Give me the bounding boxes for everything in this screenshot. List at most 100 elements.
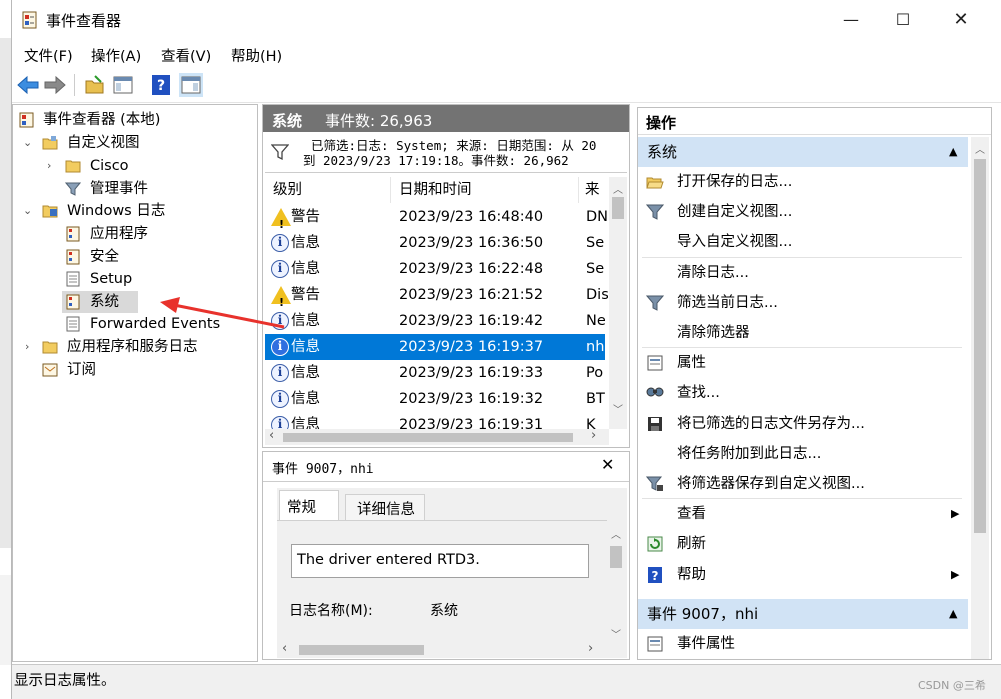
tab-general[interactable]: 常规 xyxy=(279,490,339,520)
tree-item-root[interactable]: 事件查看器 (本地) xyxy=(17,109,247,131)
forward-arrow-icon[interactable] xyxy=(43,73,67,97)
column-datetime[interactable]: 日期和时间 xyxy=(391,177,579,203)
properties-icon xyxy=(647,636,663,652)
properties-icon xyxy=(647,355,663,371)
tree-item-windows-logs[interactable]: ⌄ Windows 日志 xyxy=(17,200,247,222)
filter-icon xyxy=(646,204,664,220)
table-row[interactable]: i 信息 2023/9/23 16:19:32 BT xyxy=(265,386,605,412)
action-label: 清除日志... xyxy=(677,264,749,281)
collapse-icon[interactable]: ▲ xyxy=(949,599,957,629)
level-cell: 信息 xyxy=(291,235,320,251)
event-list-vertical-scrollbar[interactable]: ︿ ﹀ xyxy=(609,177,627,429)
minimize-button[interactable]: — xyxy=(828,4,874,36)
action-item[interactable]: 事件属性 xyxy=(638,629,968,659)
action-item[interactable]: 将任务附加到此日志... xyxy=(638,439,968,469)
action-item[interactable]: 将已筛选的日志文件另存为... xyxy=(638,409,968,439)
table-row[interactable]: i 信息 2023/9/23 16:22:48 Se xyxy=(265,256,605,282)
menu-help[interactable]: 帮助(H) xyxy=(231,45,282,66)
show-hide-action-pane-icon[interactable] xyxy=(179,73,203,97)
table-row[interactable]: i 信息 2023/9/23 16:19:31 K xyxy=(265,412,605,430)
action-item[interactable]: 属性 xyxy=(638,348,968,378)
scroll-thumb[interactable] xyxy=(610,546,622,568)
detail-horizontal-scrollbar[interactable]: ‹ › xyxy=(277,641,607,658)
action-label: 筛选当前日志... xyxy=(677,294,778,311)
table-row[interactable]: ! 警告 2023/9/23 16:21:52 Dis xyxy=(265,282,608,309)
tree-item-subscriptions[interactable]: 订阅 xyxy=(17,359,247,381)
close-detail-icon[interactable]: ✕ xyxy=(601,455,614,474)
tab-details[interactable]: 详细信息 xyxy=(345,494,425,520)
scroll-left-arrow[interactable]: ‹ xyxy=(269,428,274,443)
action-item[interactable]: 刷新 xyxy=(638,529,968,559)
chevron-down-icon[interactable]: ⌄ xyxy=(23,200,32,222)
event-detail-title: 事件 9007，nhi xyxy=(272,462,374,477)
column-source[interactable]: 来源 xyxy=(579,177,609,203)
actions-section-event[interactable]: 事件 9007，nhi ▲ xyxy=(638,599,968,629)
source-cell: Se xyxy=(586,235,605,251)
folder-open-icon xyxy=(646,177,664,189)
menu-view[interactable]: 查看(V) xyxy=(161,45,211,66)
table-row[interactable]: ! 警告 2023/9/23 16:48:40 DN xyxy=(265,204,608,231)
chevron-down-icon[interactable]: ⌄ xyxy=(23,132,32,154)
chevron-right-icon[interactable]: › xyxy=(47,155,51,177)
scroll-thumb[interactable] xyxy=(612,197,624,219)
tree-item-cisco[interactable]: › Cisco xyxy=(17,155,247,177)
table-row[interactable]: i 信息 2023/9/23 16:19:33 Po xyxy=(265,360,605,386)
hscroll-thumb[interactable] xyxy=(299,645,424,655)
action-item[interactable]: 查找... xyxy=(638,378,968,408)
scroll-down-arrow[interactable]: ﹀ xyxy=(613,401,623,416)
event-message-box: The driver entered RTD3. xyxy=(291,544,589,578)
tree-item-admin-events[interactable]: 管理事件 xyxy=(17,178,247,200)
help-icon[interactable]: ? xyxy=(149,73,173,97)
scroll-thumb[interactable] xyxy=(974,159,986,533)
event-rows: ! 警告 2023/9/23 16:48:40 DN i 信息 2023/9/23 16:3… xyxy=(265,204,609,430)
tree-item-setup[interactable]: Setup xyxy=(17,268,247,290)
close-button[interactable]: ✕ xyxy=(938,4,984,36)
info-icon: i xyxy=(271,338,289,356)
event-list-horizontal-scrollbar[interactable]: ‹ › xyxy=(265,428,609,445)
scroll-left-arrow[interactable]: ‹ xyxy=(282,641,287,656)
datetime-cell: 2023/9/23 16:19:37 xyxy=(399,339,544,355)
action-item[interactable]: 创建自定义视图... xyxy=(638,197,968,227)
scroll-up-arrow[interactable]: ︿ xyxy=(611,526,621,541)
open-folder-icon[interactable] xyxy=(83,73,107,97)
navigation-tree: 事件查看器 (本地) ⌄ 自定义视图 › Cisco 管理事件 ⌄ Window… xyxy=(12,104,258,662)
tree-item-security[interactable]: 安全 xyxy=(17,246,247,268)
action-label: 帮助 xyxy=(677,566,706,583)
detail-vertical-scrollbar[interactable]: ︿ ﹀ xyxy=(607,526,625,644)
scroll-right-arrow[interactable]: › xyxy=(591,428,596,443)
action-item[interactable]: 查看 ▶ xyxy=(638,499,968,529)
action-label: 清除筛选器 xyxy=(677,325,750,341)
tree-item-app-service-logs[interactable]: › 应用程序和服务日志 xyxy=(17,336,247,358)
log-icon xyxy=(66,226,80,242)
action-item[interactable]: 筛选当前日志... xyxy=(638,288,968,318)
table-row[interactable]: i 信息 2023/9/23 16:19:42 Ne xyxy=(265,308,606,334)
action-item[interactable]: 打开保存的日志... xyxy=(638,167,968,197)
scroll-up-arrow[interactable]: ︿ xyxy=(613,181,623,196)
scroll-down-arrow[interactable]: ﹀ xyxy=(611,626,621,641)
action-item[interactable]: 清除筛选器 xyxy=(638,318,968,348)
action-item[interactable]: 导入自定义视图... xyxy=(638,227,968,257)
tree-item-application[interactable]: 应用程序 xyxy=(17,223,247,245)
show-hide-tree-icon[interactable] xyxy=(111,73,135,97)
column-level[interactable]: 级别 xyxy=(265,177,391,203)
action-item[interactable]: 将筛选器保存到自定义视图... xyxy=(638,469,968,499)
level-cell: 信息 xyxy=(291,391,320,407)
menu-action[interactable]: 操作(A) xyxy=(91,45,141,66)
chevron-right-icon[interactable]: › xyxy=(25,336,29,358)
action-item[interactable]: ? 帮助 ▶ xyxy=(638,560,968,590)
table-row[interactable]: i 信息 2023/9/23 16:19:37 nh xyxy=(265,334,605,360)
action-item[interactable]: 清除日志... xyxy=(638,258,968,288)
tree-item-custom-views[interactable]: ⌄ 自定义视图 xyxy=(17,132,247,154)
maximize-button[interactable]: ☐ xyxy=(880,4,926,36)
scroll-up-arrow[interactable]: ︿ xyxy=(975,141,985,156)
scroll-right-arrow[interactable]: › xyxy=(588,641,593,656)
actions-section-system[interactable]: 系统 ▲ xyxy=(638,137,968,167)
log-name-label: 日志名称(M): xyxy=(289,603,373,619)
menu-file[interactable]: 文件(F) xyxy=(24,45,73,66)
back-arrow-icon[interactable] xyxy=(16,73,40,97)
collapse-icon[interactable]: ▲ xyxy=(949,137,957,167)
watermark: CSDN @三希 xyxy=(918,679,986,692)
table-row[interactable]: i 信息 2023/9/23 16:36:50 Se xyxy=(265,230,605,256)
hscroll-thumb[interactable] xyxy=(283,433,573,442)
actions-vertical-scrollbar[interactable]: ︿ xyxy=(971,137,989,659)
